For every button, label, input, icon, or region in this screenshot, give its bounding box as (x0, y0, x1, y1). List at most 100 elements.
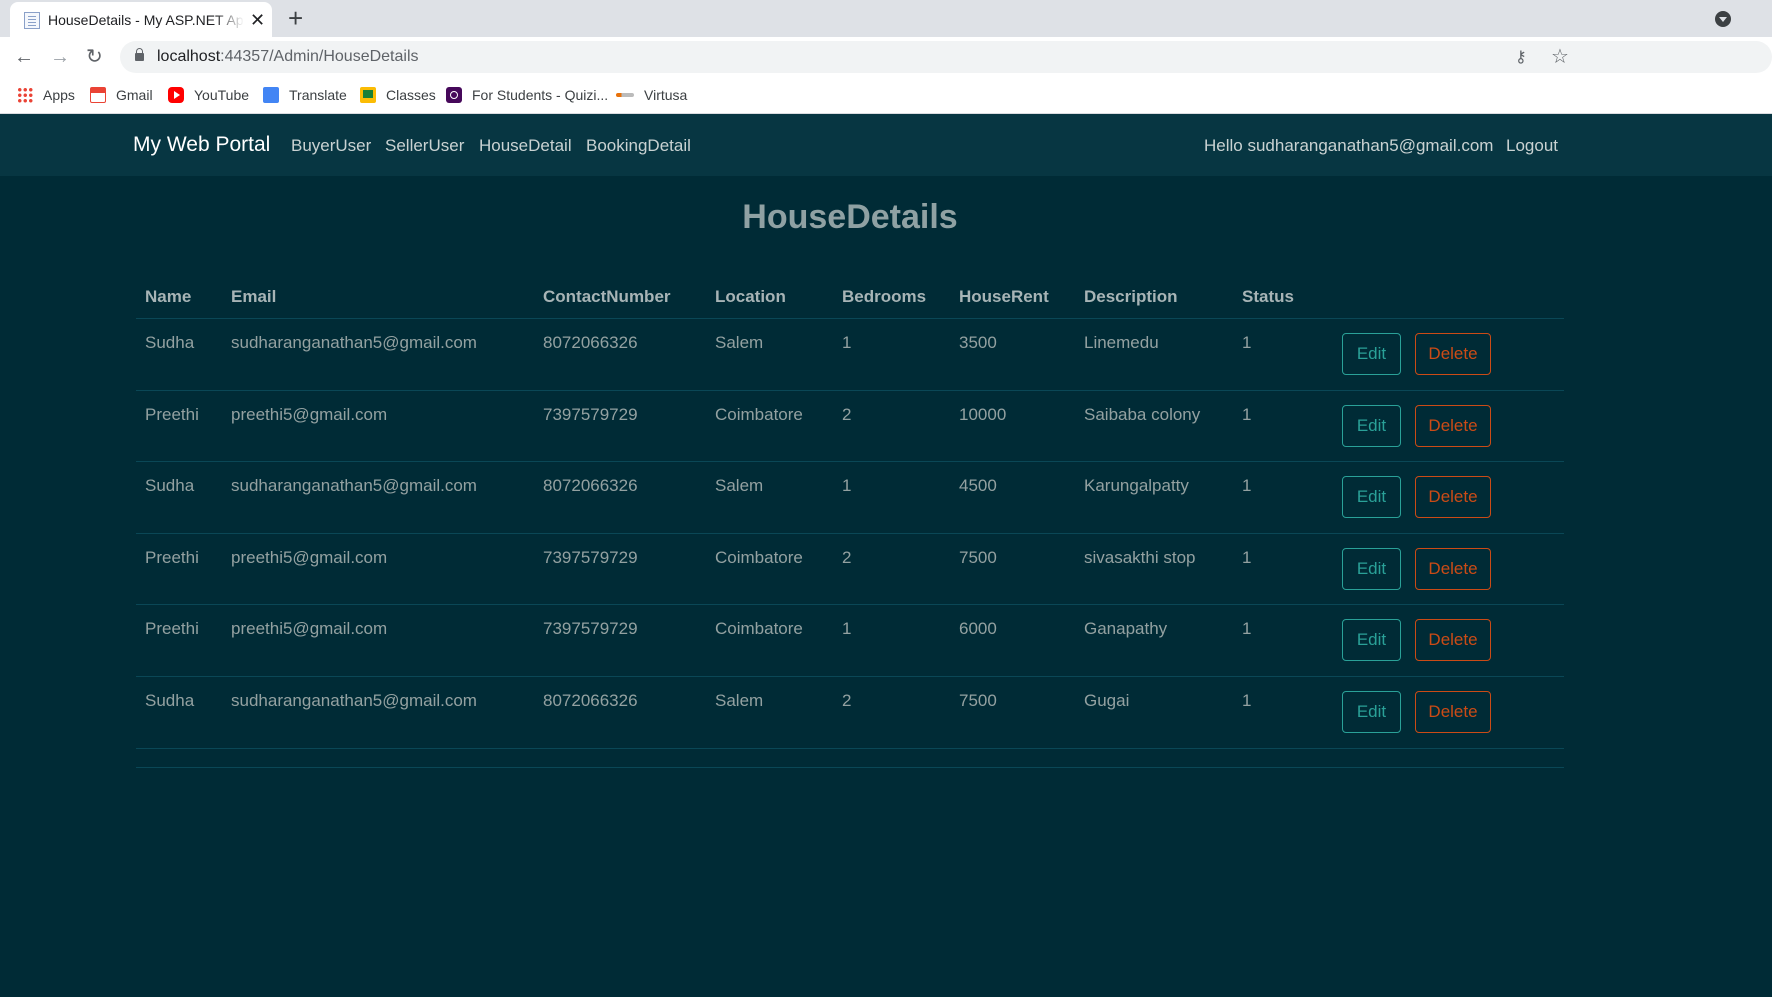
cell-status: 1 (1242, 476, 1252, 496)
cell-email: sudharanganathan5@gmail.com (231, 333, 477, 352)
bookmark-apps[interactable]: Apps (17, 85, 75, 105)
apps-grid-icon (17, 87, 33, 103)
bookmark-star-icon[interactable]: ☆ (1551, 44, 1569, 69)
cell-description: sivasakthi stop (1084, 547, 1196, 567)
cell-houserent: 7500 (959, 690, 997, 710)
cell-status: 1 (1242, 404, 1252, 424)
table-header: Name Email ContactNumber Location Bedroo… (136, 270, 1564, 319)
cell-email: preethi5@gmail.com (231, 547, 388, 567)
nav-buyeruser[interactable]: BuyerUser (291, 136, 371, 156)
cell-status: 1 (1242, 547, 1252, 567)
delete-button[interactable]: Delete (1415, 690, 1491, 733)
cell-email: sudharanganathan5@gmail.com (231, 476, 477, 496)
youtube-icon (168, 87, 184, 103)
cell-name: Sudha (145, 333, 195, 352)
key-icon[interactable]: ⚷ (1515, 47, 1527, 67)
cell-name: Preethi (145, 547, 199, 567)
bookmarks-bar: Apps Gmail YouTube Translate Classes For… (0, 77, 1772, 114)
translate-icon (263, 87, 279, 103)
delete-button[interactable]: Delete (1415, 547, 1491, 590)
cell-email: preethi5@gmail.com (231, 404, 388, 424)
forward-icon[interactable]: → (50, 45, 70, 69)
col-houserent: HouseRent (959, 287, 1049, 306)
tab-title: HouseDetails - My ASP.NET Application (48, 12, 244, 28)
cell-bedrooms: 1 (842, 476, 852, 496)
cell-bedrooms: 1 (842, 333, 852, 352)
bookmark-youtube[interactable]: YouTube (168, 85, 249, 105)
bookmark-quizizz[interactable]: For Students - Quizi... (446, 85, 608, 105)
user-greeting[interactable]: Hello sudharanganathan5@gmail.com (1204, 136, 1493, 156)
edit-button[interactable]: Edit (1342, 476, 1401, 519)
close-tab-icon[interactable]: ✕ (250, 10, 265, 30)
delete-button[interactable]: Delete (1415, 404, 1491, 447)
logout-link[interactable]: Logout (1506, 136, 1558, 156)
house-details-table: Name Email ContactNumber Location Bedroo… (136, 270, 1564, 749)
bookmark-translate[interactable]: Translate (263, 85, 347, 105)
edit-button[interactable]: Edit (1342, 690, 1401, 733)
reload-icon[interactable]: ↻ (86, 45, 103, 69)
cell-status: 1 (1242, 619, 1252, 639)
browser-tab[interactable]: HouseDetails - My ASP.NET Application ✕ (10, 2, 272, 37)
bookmark-virtusa[interactable]: Virtusa (616, 85, 687, 105)
cell-contact: 8072066326 (543, 690, 638, 710)
col-name: Name (145, 287, 192, 306)
cell-houserent: 7500 (959, 547, 997, 567)
cell-location: Salem (715, 333, 764, 352)
cell-contact: 7397579729 (543, 619, 638, 639)
cell-name: Preethi (145, 619, 199, 639)
col-location: Location (715, 287, 786, 306)
edit-button[interactable]: Edit (1342, 547, 1401, 590)
nav-bookingdetail[interactable]: BookingDetail (586, 136, 691, 156)
delete-button[interactable]: Delete (1415, 333, 1491, 375)
edit-button[interactable]: Edit (1342, 333, 1401, 375)
gmail-icon (90, 87, 106, 103)
cell-location: Coimbatore (715, 619, 803, 639)
nav-selleruser[interactable]: SellerUser (385, 136, 464, 156)
cell-description: Karungalpatty (1084, 476, 1189, 496)
back-icon[interactable]: ← (14, 45, 34, 69)
col-bedrooms: Bedrooms (842, 287, 927, 306)
cell-contact: 7397579729 (543, 404, 638, 424)
edit-button[interactable]: Edit (1342, 619, 1401, 662)
col-status: Status (1242, 287, 1294, 306)
browser-tab-strip: HouseDetails - My ASP.NET Application ✕ … (0, 0, 1772, 37)
url-field[interactable]: localhost:44357/Admin/HouseDetails ⚷ ☆ (120, 41, 1772, 73)
edit-button[interactable]: Edit (1342, 404, 1401, 447)
table-row: Preethi preethi5@gmail.com 7397579729 Coimb… (136, 605, 1564, 677)
cell-contact: 8072066326 (543, 333, 638, 352)
cell-email: preethi5@gmail.com (231, 619, 388, 639)
cell-name: Sudha (145, 690, 195, 710)
delete-button[interactable]: Delete (1415, 619, 1491, 662)
cell-houserent: 10000 (959, 404, 1007, 424)
cell-name: Sudha (145, 476, 195, 496)
table-row: Sudha sudharanganathan5@gmail.com 80720663… (136, 677, 1564, 749)
table-row: Sudha sudharanganathan5@gmail.com 80720663… (136, 319, 1564, 391)
cell-description: Gugai (1084, 690, 1130, 710)
table-row: Preethi preethi5@gmail.com 7397579729 Coimb… (136, 391, 1564, 463)
page-favicon-icon (24, 12, 40, 29)
cell-contact: 8072066326 (543, 476, 638, 496)
delete-button[interactable]: Delete (1415, 476, 1491, 519)
quizizz-icon (446, 87, 462, 103)
brand-link[interactable]: My Web Portal (133, 133, 270, 157)
cell-bedrooms: 2 (842, 547, 852, 567)
cell-houserent: 3500 (959, 333, 997, 352)
cell-bedrooms: 2 (842, 404, 852, 424)
cell-description: Saibaba colony (1084, 404, 1201, 424)
cell-bedrooms: 2 (842, 690, 852, 710)
tab-search-icon[interactable] (1715, 11, 1731, 27)
cell-status: 1 (1242, 690, 1252, 710)
url-text[interactable]: localhost:44357/Admin/HouseDetails (157, 48, 419, 66)
cell-contact: 7397579729 (543, 547, 638, 567)
cell-description: Ganapathy (1084, 619, 1168, 639)
cell-location: Salem (715, 476, 764, 496)
cell-description: Linemedu (1084, 333, 1159, 352)
col-description: Description (1084, 287, 1178, 306)
nav-housedetail[interactable]: HouseDetail (479, 136, 572, 156)
bookmark-classes[interactable]: Classes (360, 85, 436, 105)
bookmark-gmail[interactable]: Gmail (90, 85, 153, 105)
col-email: Email (231, 287, 277, 306)
table-row: Preethi preethi5@gmail.com 7397579729 Coimb… (136, 534, 1564, 606)
new-tab-icon[interactable]: + (288, 4, 303, 32)
app-navbar: My Web Portal BuyerUser SellerUser House… (0, 114, 1772, 176)
